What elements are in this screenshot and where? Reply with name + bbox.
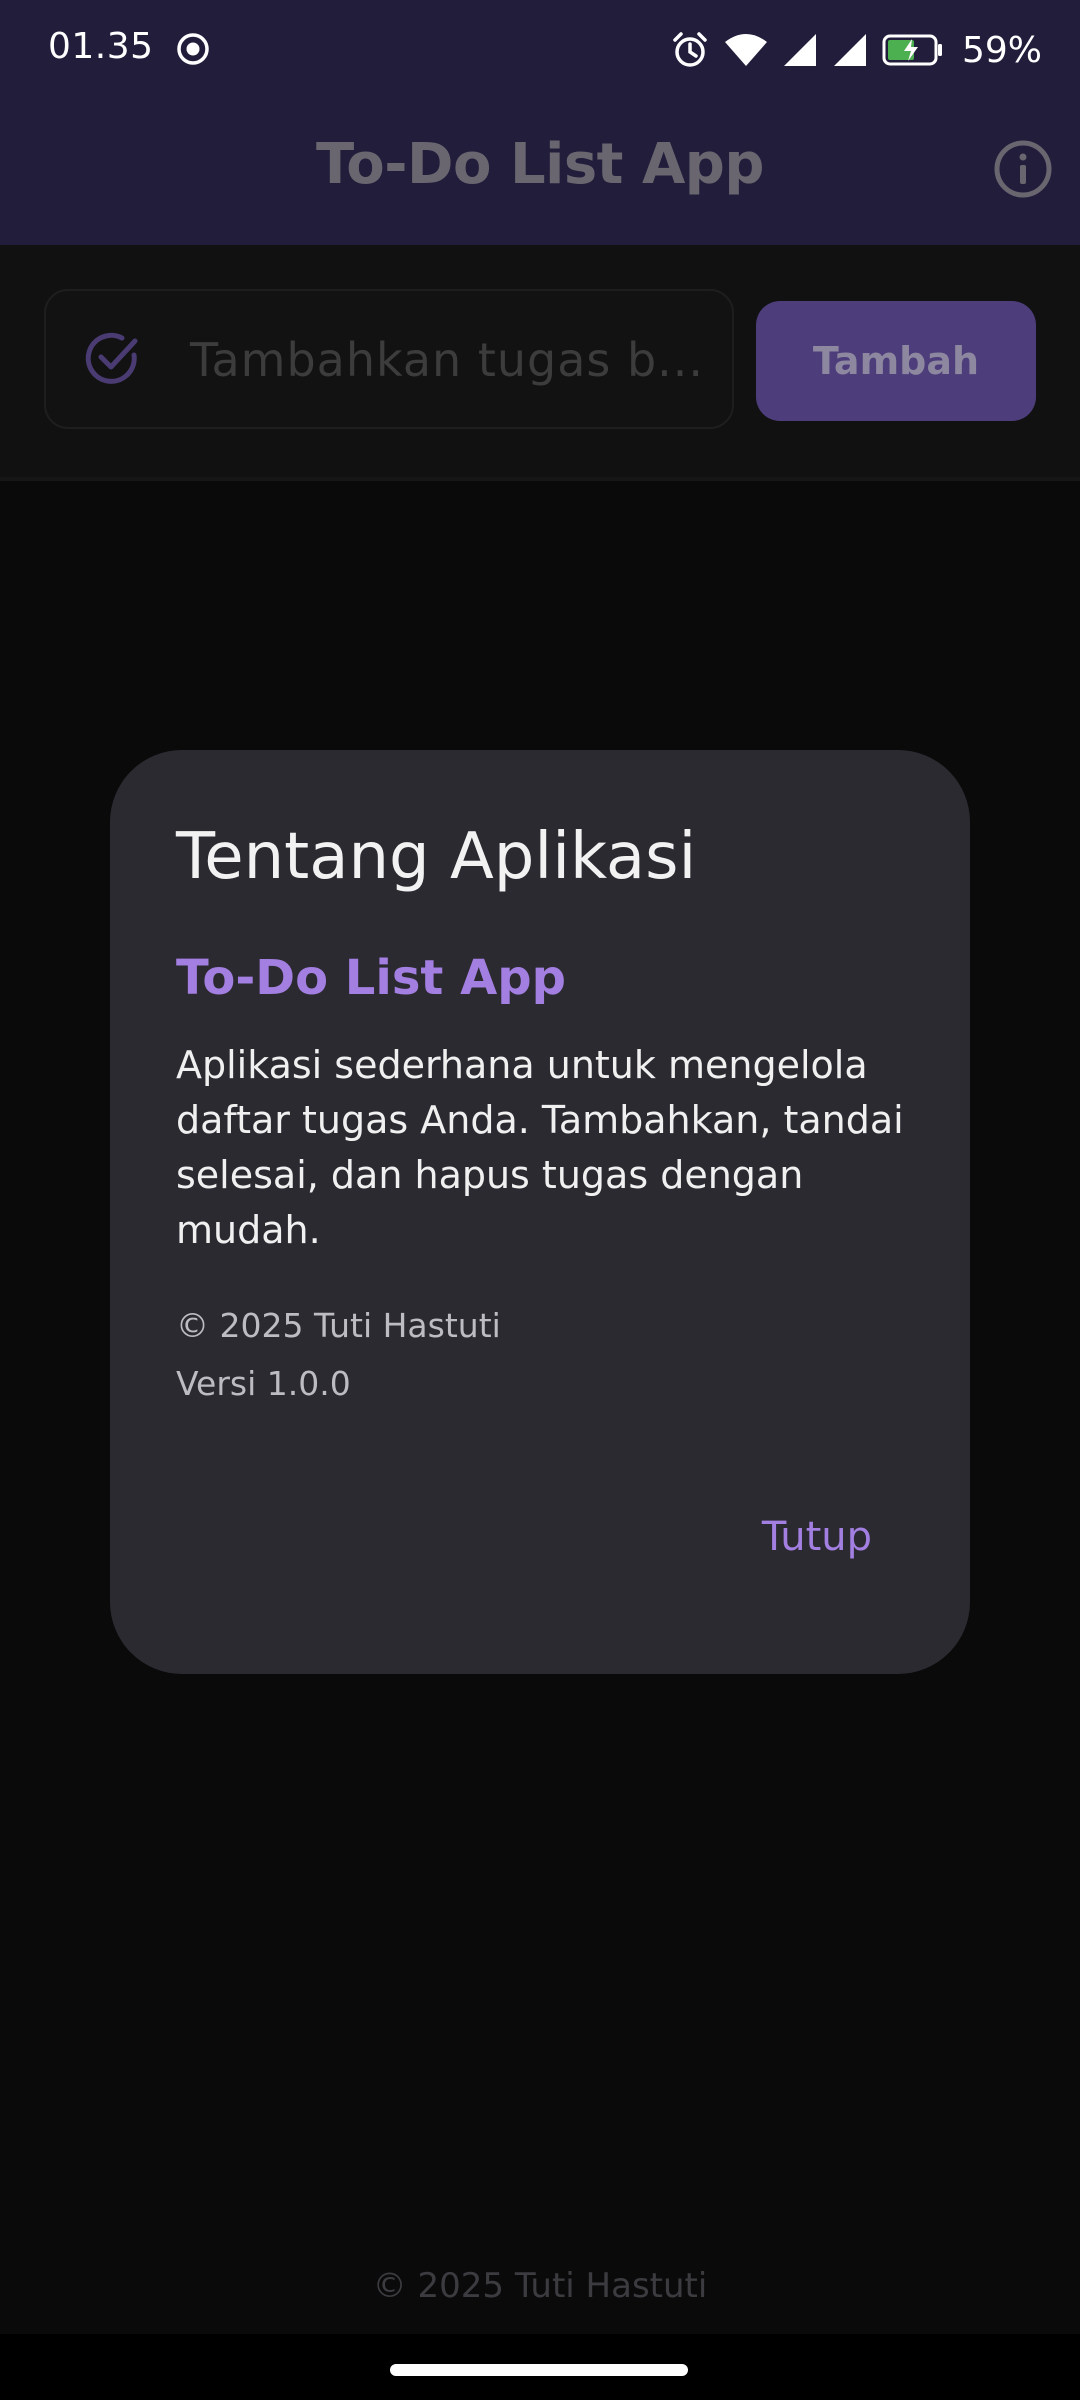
navigation-bar <box>0 2334 1080 2400</box>
signal-icon-2 <box>833 34 866 66</box>
dialog-version: Versi 1.0.0 <box>176 1364 351 1403</box>
close-button[interactable]: Tutup <box>762 1514 872 1560</box>
wifi-icon <box>724 34 767 66</box>
dialog-description: Aplikasi sederhana untuk mengelola dafta… <box>176 1043 904 1252</box>
app-bar: To-Do List App <box>0 100 1080 245</box>
status-bar: 01.35 59% <box>0 0 1080 100</box>
check-circle-icon <box>85 332 138 384</box>
app-title: To-Do List App <box>316 132 764 197</box>
dialog-title: Tentang Aplikasi <box>176 820 697 894</box>
home-indicator[interactable] <box>390 2364 688 2376</box>
dialog-app-name: To-Do List App <box>176 950 566 1006</box>
add-task-area: Tambahkan tugas b... Tambah <box>0 245 1080 481</box>
screen-record-icon <box>177 33 209 65</box>
add-task-button[interactable]: Tambah <box>756 301 1036 421</box>
alarm-icon <box>673 32 707 67</box>
about-dialog: Tentang Aplikasi To-Do List App Aplikasi… <box>110 750 970 1674</box>
task-input[interactable]: Tambahkan tugas b... <box>44 289 734 429</box>
signal-icon <box>783 34 816 66</box>
battery-percent: 59% <box>961 29 1042 71</box>
status-time: 01.35 <box>48 26 154 67</box>
footer-copyright: © 2025 Tuti Hastuti <box>372 2266 708 2306</box>
dialog-copyright: © 2025 Tuti Hastuti <box>176 1306 501 1345</box>
task-input-placeholder: Tambahkan tugas b... <box>190 333 705 387</box>
screen: 01.35 59% To-Do List App Tambahkan tugas… <box>0 0 1080 2400</box>
battery-charging-icon <box>882 34 942 66</box>
status-icons: 59% <box>670 22 1042 78</box>
info-icon[interactable] <box>992 138 1054 200</box>
